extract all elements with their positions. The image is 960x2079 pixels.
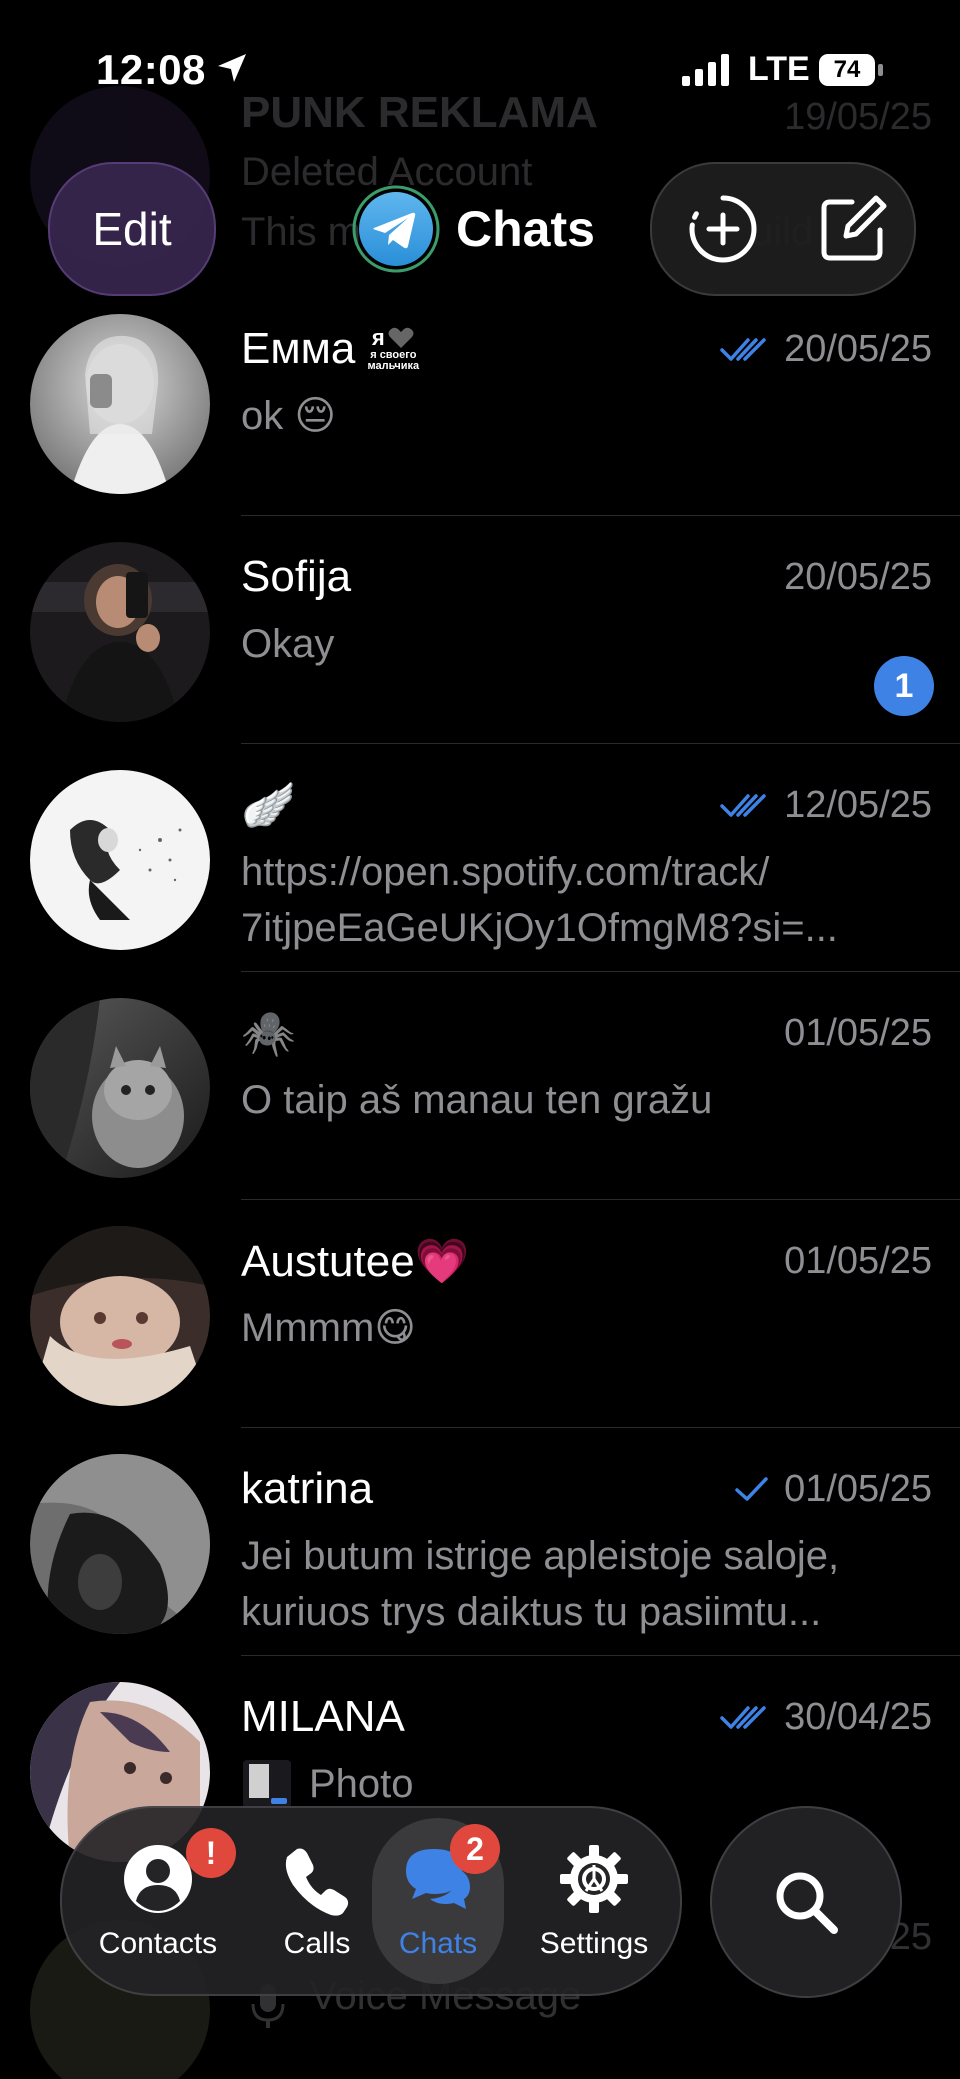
tab-label: Contacts xyxy=(98,1927,218,1960)
tab-settings[interactable]: Settings xyxy=(512,1808,676,1994)
chat-row-austutee[interactable]: Austutee💗 01/05/25 Mmmm😋 xyxy=(0,1200,960,1428)
tab-label: Settings xyxy=(539,1927,649,1960)
unread-count-badge: 2 xyxy=(450,1824,500,1874)
tab-chats[interactable]: Chats 2 xyxy=(372,1818,504,1984)
new-story-button[interactable] xyxy=(682,188,764,270)
chat-row-katrina[interactable]: katrina 01/05/25 Jei butum istrige aplei… xyxy=(0,1428,960,1656)
chat-preview: Okay xyxy=(241,622,335,666)
chat-date: 12/05/25 xyxy=(784,783,932,826)
chat-name: katrina xyxy=(241,1464,374,1513)
chat-date: 01/05/25 xyxy=(784,1467,932,1510)
battery-level: 74 xyxy=(833,56,861,83)
chat-date: 20/05/25 xyxy=(784,555,932,598)
avatar xyxy=(30,542,210,722)
status-bar: 12:08 LTE 74 xyxy=(0,0,960,140)
double-check-icon xyxy=(720,338,766,361)
chat-preview: Photo xyxy=(309,1762,414,1806)
avatar xyxy=(30,1454,210,1634)
location-arrow-icon xyxy=(218,54,246,82)
chat-name: Емма xyxy=(241,324,356,373)
double-check-icon xyxy=(720,794,766,817)
telegram-logo-icon xyxy=(352,185,440,273)
chat-row-spider[interactable]: 🕷️ 01/05/25 O taip aš manau ten gražu xyxy=(0,972,960,1200)
chat-date: 01/05/25 xyxy=(784,1011,932,1054)
chat-date: 30/04/25 xyxy=(784,1695,932,1738)
phone-icon xyxy=(285,1848,349,1916)
chat-name: 🪽 xyxy=(241,781,296,830)
tab-contacts[interactable]: Contacts ! xyxy=(68,1808,248,1994)
chat-name: Austutee💗 xyxy=(241,1237,470,1286)
telegram-chats-screen: PUNK REKLAMA 19/05/25 Deleted Account Th… xyxy=(0,0,960,2079)
gear-icon xyxy=(560,1845,628,1913)
chat-date: 20/05/25 xyxy=(784,327,932,370)
chat-name: MILANA xyxy=(241,1692,405,1741)
chat-date: 01/05/25 xyxy=(784,1239,932,1282)
search-icon xyxy=(776,1872,838,1934)
tab-bar: Contacts ! Calls Chats 2 Settings xyxy=(60,1806,682,1996)
chat-preview: ok 😔 xyxy=(241,394,337,438)
header-actions xyxy=(650,162,916,296)
tab-label: Chats xyxy=(398,1927,478,1960)
tab-calls[interactable]: Calls xyxy=(252,1808,382,1994)
photo-thumbnail xyxy=(243,1760,291,1808)
avatar xyxy=(30,998,210,1178)
chat-preview: O taip aš manau ten gražu xyxy=(241,1078,713,1122)
search-button[interactable] xyxy=(710,1806,902,1998)
edit-button[interactable]: Edit xyxy=(48,162,216,296)
avatar xyxy=(30,770,210,950)
cellular-signal-icon xyxy=(682,54,729,86)
chat-row-emma[interactable]: Емма я я своего мальчика 20/05/25 ok 😔 xyxy=(0,288,960,516)
avatar xyxy=(30,314,210,494)
chat-name: 🕷️ xyxy=(241,1009,296,1058)
network-type: LTE xyxy=(748,50,810,88)
battery-icon: 74 xyxy=(818,52,884,88)
chat-row-wing[interactable]: 🪽 12/05/25 https://open.spotify.com/trac… xyxy=(0,744,960,972)
clock: 12:08 xyxy=(96,46,206,93)
title-text: Chats xyxy=(456,201,595,257)
chat-preview: Jei butum istrige apleistoje saloje, kur… xyxy=(241,1534,840,1634)
name-emoji-status: я я своего мальчика xyxy=(367,325,420,372)
chat-name: Sofija xyxy=(241,552,352,601)
chat-preview: Mmmm😋 xyxy=(241,1306,416,1350)
contacts-icon xyxy=(124,1845,192,1913)
page-title: Chats xyxy=(352,185,595,273)
avatar xyxy=(30,1226,210,1406)
compose-button[interactable] xyxy=(812,188,894,270)
chat-preview: https://open.spotify.com/track/ 7itjpeEa… xyxy=(241,850,838,950)
unread-badge: 1 xyxy=(874,656,934,716)
alert-badge: ! xyxy=(186,1828,236,1878)
double-check-icon xyxy=(720,1706,766,1729)
tab-label: Calls xyxy=(283,1927,351,1960)
chat-row-sofija[interactable]: Sofija 20/05/25 Okay 1 xyxy=(0,516,960,744)
check-icon xyxy=(735,1477,768,1501)
